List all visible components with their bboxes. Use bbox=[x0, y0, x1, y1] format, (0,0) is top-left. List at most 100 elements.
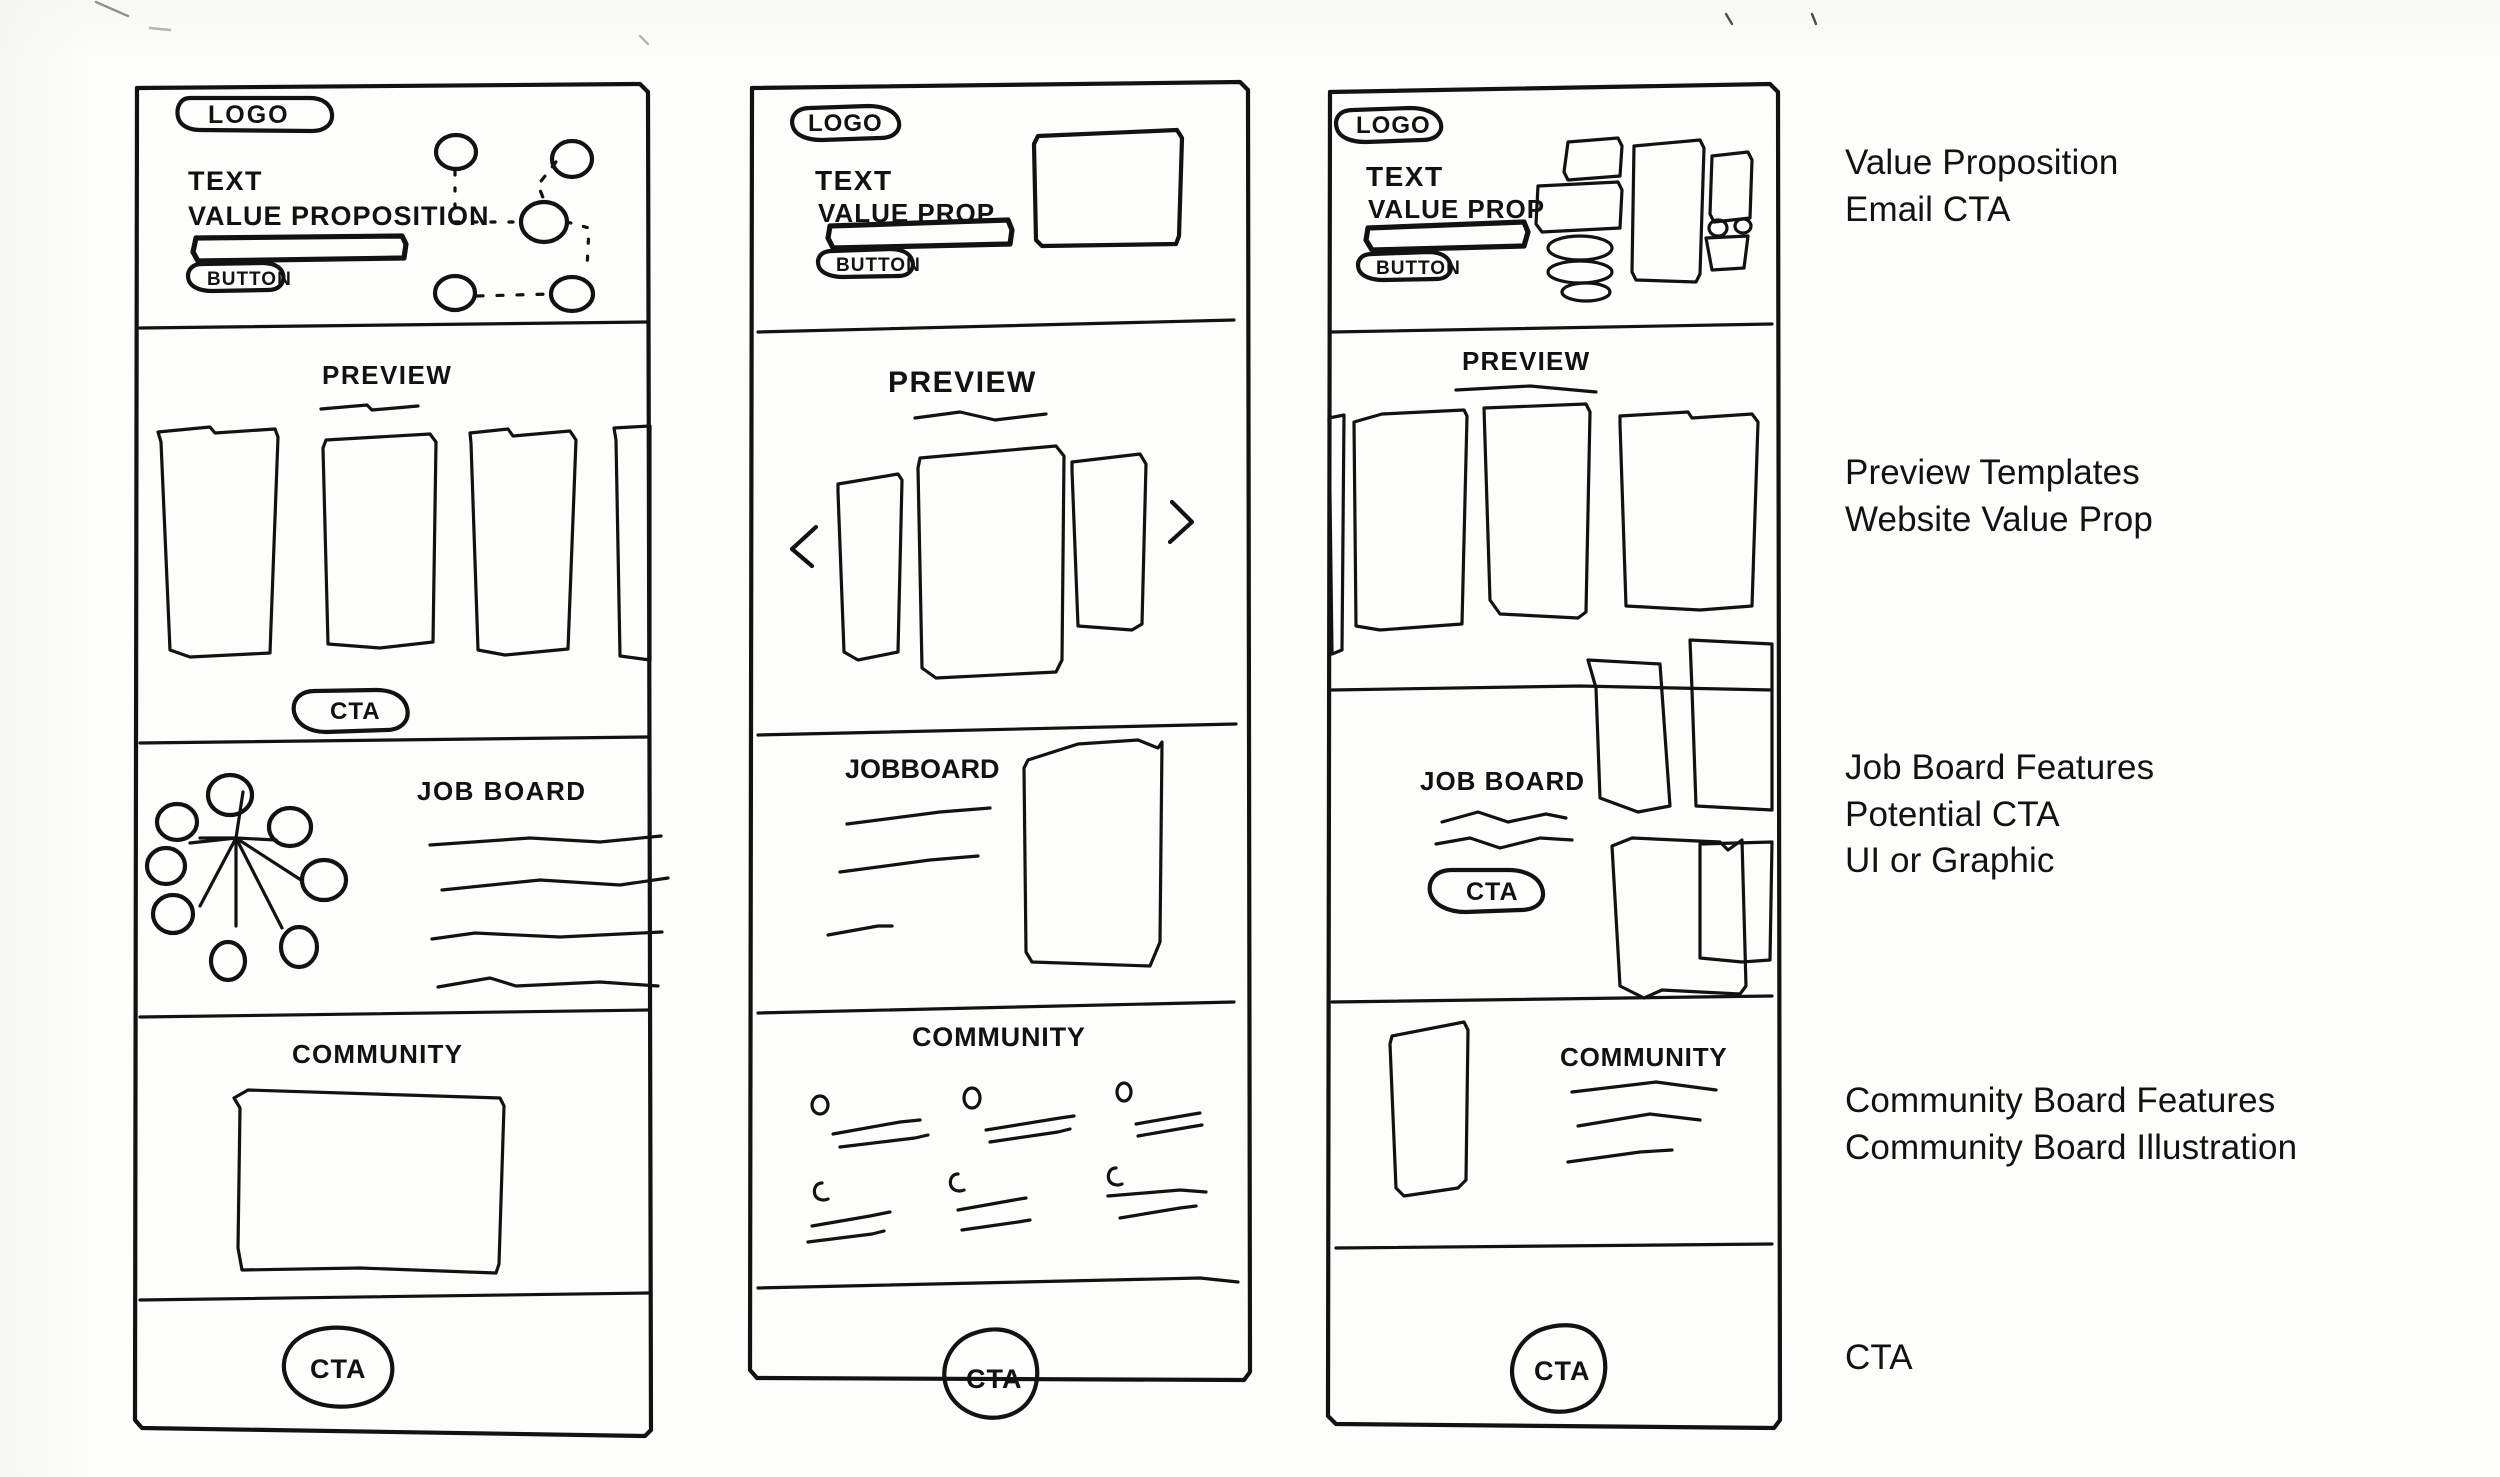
panel-3-hero: LOGO TEXT VALUE PROP BUTTON bbox=[1330, 105, 1774, 334]
hero-input-field[interactable] bbox=[190, 233, 409, 264]
hero-headline-line1: TEXT bbox=[188, 166, 263, 196]
annotation-line: Email CTA bbox=[1845, 189, 2011, 229]
preview-card[interactable] bbox=[612, 424, 652, 662]
panel-2-preview: PREVIEW bbox=[756, 366, 1238, 737]
hero-headline-line2: VALUE PROP bbox=[1368, 194, 1545, 224]
community-title: COMMUNITY bbox=[912, 1022, 1086, 1052]
panel-3-community: COMMUNITY bbox=[1334, 1020, 1774, 1250]
hero-headline-line1: TEXT bbox=[815, 165, 893, 196]
preview-title: PREVIEW bbox=[322, 360, 452, 390]
panel-2-job-board: JOBBOARD bbox=[756, 738, 1236, 1015]
annotation-line: UI or Graphic bbox=[1845, 841, 2055, 881]
logo-label: LOGO bbox=[808, 110, 883, 137]
annotation-preview: Preview Templates Website Value Prop bbox=[1845, 450, 2153, 543]
panel-3-footer: CTA bbox=[1509, 1323, 1608, 1414]
panel-2-footer: CTA bbox=[942, 1327, 1040, 1420]
panel-2-community: COMMUNITY bbox=[756, 1022, 1240, 1290]
panel-1-job-board: JOB BOARD bbox=[138, 772, 670, 1019]
community-grid-item bbox=[948, 1172, 1032, 1232]
job-board-illustration bbox=[1022, 738, 1164, 968]
hero-network-graphic bbox=[432, 132, 596, 314]
job-board-cta-label: CTA bbox=[1466, 878, 1519, 906]
community-grid-item bbox=[810, 1094, 930, 1149]
panel-1-preview: PREVIEW CTA bbox=[138, 360, 652, 745]
job-board-title: JOB BOARD bbox=[417, 776, 587, 806]
community-title: COMMUNITY bbox=[292, 1039, 463, 1069]
preview-card[interactable] bbox=[156, 425, 280, 659]
annotation-line: Preview Templates bbox=[1845, 453, 2140, 492]
logo-label: LOGO bbox=[208, 101, 290, 129]
community-grid-item bbox=[962, 1086, 1076, 1144]
annotation-line: Value Proposition bbox=[1845, 143, 2119, 182]
annotation-community: Community Board Features Community Board… bbox=[1845, 1078, 2297, 1171]
preview-card[interactable] bbox=[1618, 410, 1760, 612]
preview-card[interactable] bbox=[1070, 452, 1148, 632]
panel-1: LOGO TEXT VALUE PROPOSITION BUTTON PREVI… bbox=[132, 81, 670, 1439]
job-board-title: JOB BOARD bbox=[1420, 766, 1585, 796]
community-grid-item bbox=[1115, 1081, 1204, 1138]
annotation-hero: Value Proposition Email CTA bbox=[1845, 140, 2118, 233]
panel-3-frame bbox=[1325, 81, 1783, 1431]
community-text-line bbox=[1576, 1112, 1702, 1128]
community-illustration bbox=[232, 1088, 506, 1275]
footer-cta-label: CTA bbox=[310, 1354, 367, 1384]
annotation-line: Community Board Features bbox=[1845, 1081, 2276, 1120]
footer-cta-label: CTA bbox=[1534, 1356, 1591, 1386]
footer-cta-label: CTA bbox=[966, 1364, 1023, 1394]
carousel-prev-arrow[interactable] bbox=[789, 524, 819, 569]
community-title: COMMUNITY bbox=[1560, 1042, 1728, 1072]
hero-button-label: BUTTON bbox=[207, 269, 292, 290]
hero-headline-line2: VALUE PROPOSITION bbox=[188, 201, 490, 231]
panel-3-preview: PREVIEW bbox=[1327, 346, 1774, 692]
annotation-line: CTA bbox=[1845, 1338, 1913, 1377]
preview-card[interactable] bbox=[1482, 402, 1592, 620]
community-grid-item bbox=[806, 1181, 892, 1244]
job-board-radial-graphic bbox=[144, 772, 349, 983]
sketch-canvas: .ink { fill:none; stroke:#121212; stroke… bbox=[0, 0, 2500, 1477]
hero-button-label: BUTTON bbox=[1376, 258, 1461, 279]
preview-card[interactable] bbox=[321, 432, 438, 650]
job-board-text-line bbox=[826, 924, 894, 937]
annotation-line: Website Value Prop bbox=[1845, 499, 2153, 539]
panel-3-job-board: JOB BOARD CTA bbox=[1330, 638, 1774, 1004]
job-board-text-line bbox=[845, 806, 992, 826]
preview-card[interactable] bbox=[1352, 408, 1469, 632]
job-board-title: JOBBOARD bbox=[845, 754, 1000, 784]
annotation-line: Community Board Illustration bbox=[1845, 1127, 2298, 1167]
job-board-text-line bbox=[1434, 836, 1574, 850]
preview-title: PREVIEW bbox=[888, 366, 1037, 399]
annotation-line: Job Board Features bbox=[1845, 748, 2155, 787]
preview-card[interactable] bbox=[468, 427, 578, 657]
logo-label: LOGO bbox=[1356, 112, 1431, 139]
community-text-line bbox=[1566, 1148, 1674, 1164]
hero-collage-graphic bbox=[1534, 136, 1754, 303]
job-board-text-line bbox=[430, 930, 664, 941]
annotation-cta: CTA bbox=[1845, 1335, 1913, 1382]
panel-2-hero: LOGO TEXT VALUE PROP BUTTON bbox=[756, 103, 1236, 334]
panel-3: LOGO TEXT VALUE PROP BUTTON PREVIEW JOB … bbox=[1325, 81, 1783, 1431]
job-board-text-line bbox=[440, 876, 670, 892]
hero-input-field[interactable] bbox=[1363, 219, 1531, 253]
hero-headline-line1: TEXT bbox=[1366, 161, 1444, 192]
scan-artifacts bbox=[94, 0, 1818, 46]
preview-card-active[interactable] bbox=[916, 444, 1066, 680]
annotation-column: Value Proposition Email CTA Preview Temp… bbox=[1845, 0, 2485, 1477]
community-text-line bbox=[1570, 1080, 1718, 1094]
preview-card[interactable] bbox=[836, 472, 904, 662]
panel-1-hero: LOGO TEXT VALUE PROPOSITION BUTTON bbox=[138, 95, 650, 330]
carousel-next-arrow[interactable] bbox=[1167, 499, 1195, 545]
job-board-text-line bbox=[838, 854, 980, 874]
job-board-text-line bbox=[1440, 810, 1568, 824]
annotation-job-board: Job Board Features Potential CTA UI or G… bbox=[1845, 745, 2154, 885]
job-board-text-line bbox=[428, 834, 663, 847]
community-grid-item bbox=[1106, 1166, 1208, 1220]
annotation-line: Potential CTA bbox=[1845, 794, 2060, 834]
panel-1-footer: CTA bbox=[281, 1325, 395, 1409]
panel-2: LOGO TEXT VALUE PROP BUTTON PREVIEW JOBB… bbox=[747, 79, 1253, 1420]
hero-image-placeholder bbox=[1031, 127, 1185, 249]
job-board-illustration bbox=[1586, 638, 1774, 1000]
preview-title: PREVIEW bbox=[1462, 346, 1590, 376]
preview-cta-label: CTA bbox=[330, 698, 381, 725]
community-illustration bbox=[1388, 1020, 1470, 1198]
job-board-text-line bbox=[436, 976, 660, 989]
